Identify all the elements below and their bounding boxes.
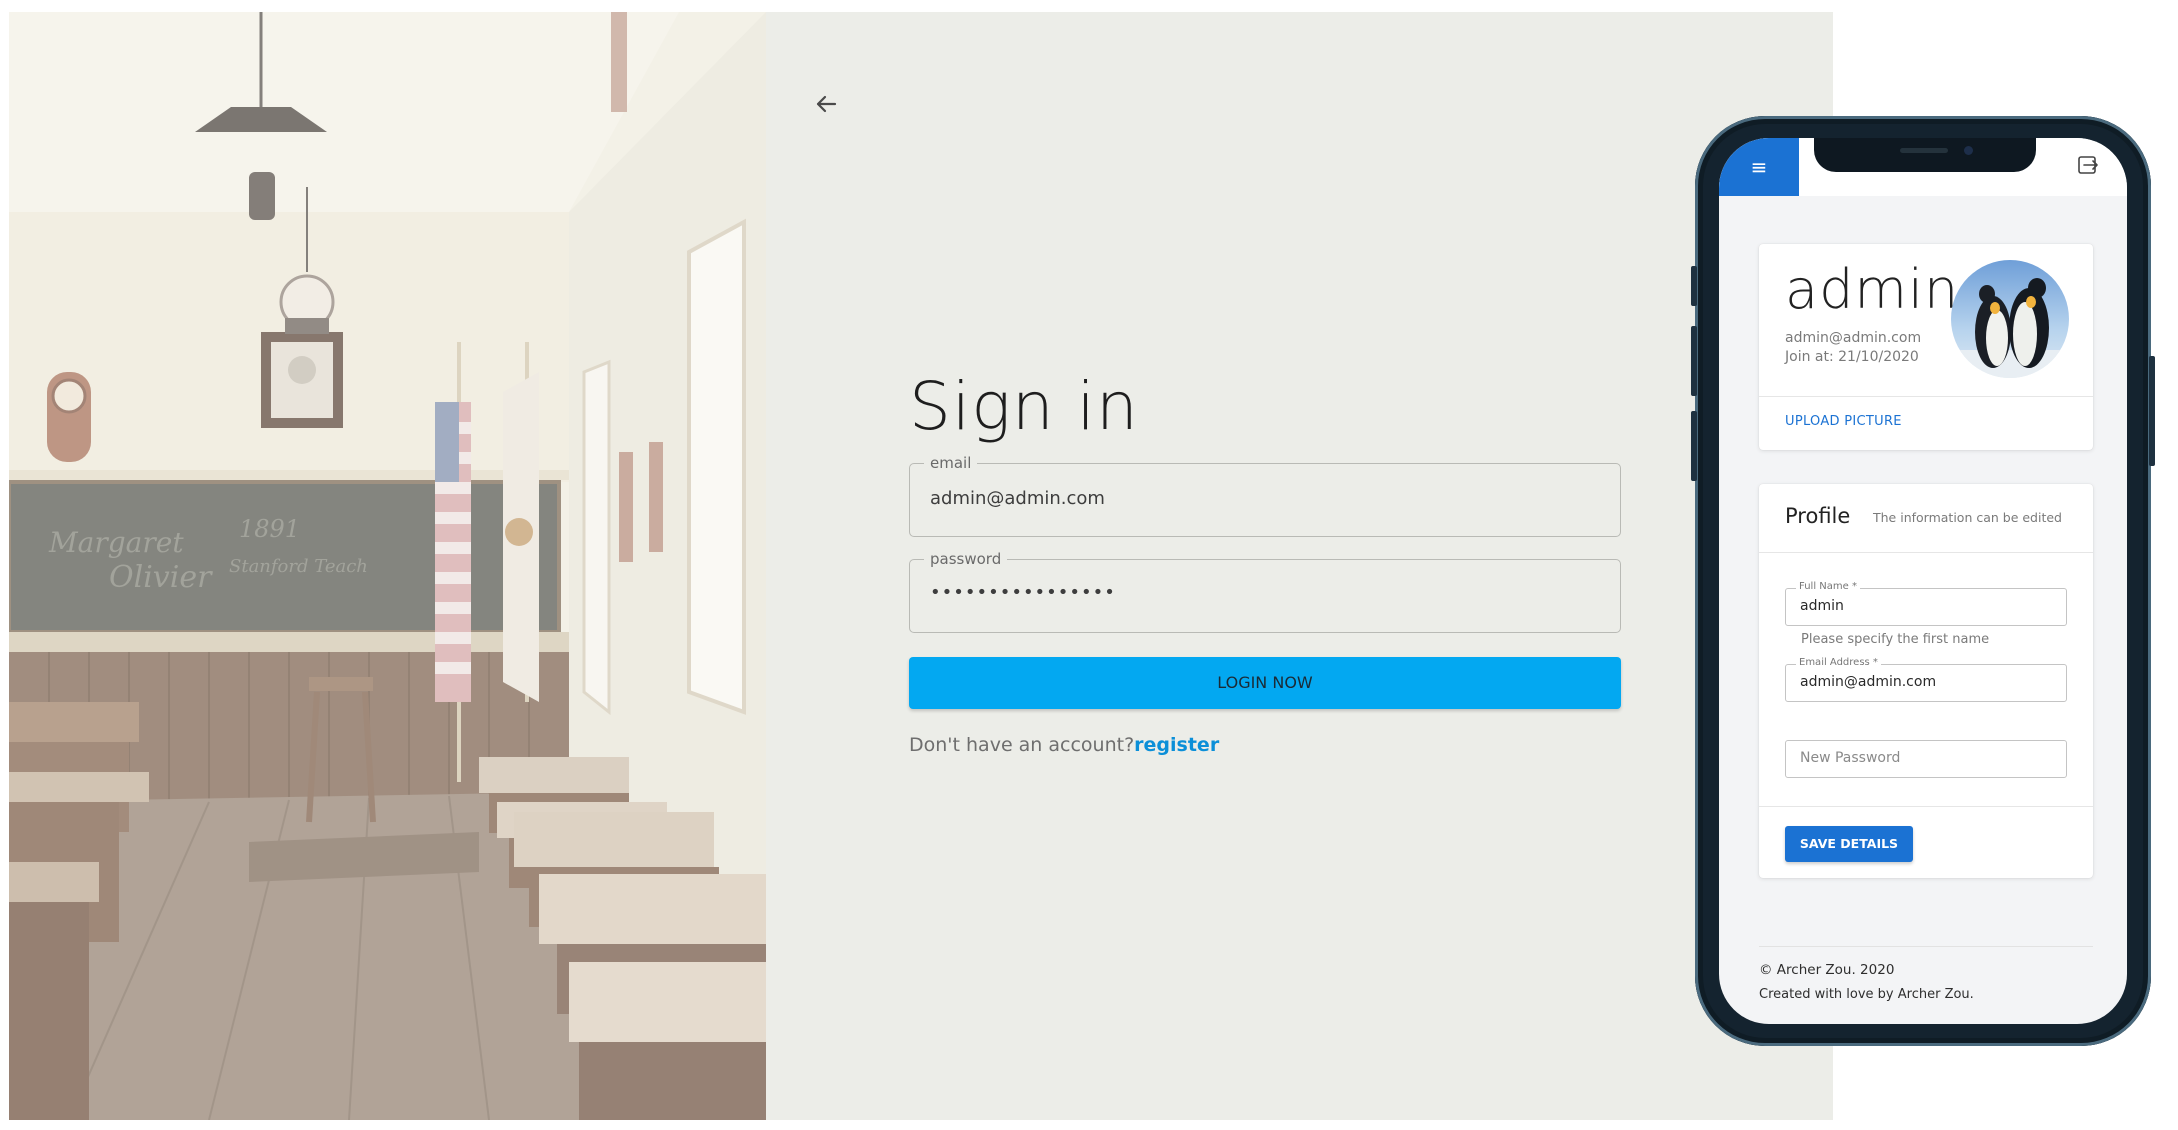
classroom-photo: Margaret Olivier 1891 Stanford Teach bbox=[9, 12, 766, 1120]
full-name-label: Full Name * bbox=[1796, 581, 1860, 592]
password-value: •••••••••••••••• bbox=[930, 582, 1116, 603]
profile-subtitle: The information can be edited bbox=[1873, 510, 2062, 525]
back-button[interactable] bbox=[807, 84, 847, 124]
save-details-button[interactable]: SAVE DETAILS bbox=[1785, 826, 1913, 862]
full-name-helper-text: Please specify the first name bbox=[1801, 632, 1990, 647]
speaker-grille bbox=[1900, 148, 1948, 153]
phone-side-button bbox=[2149, 356, 2155, 466]
account-name: admin bbox=[1785, 258, 1960, 321]
password-label: password bbox=[924, 550, 1008, 568]
signin-form: Sign in email admin@admin.com password •… bbox=[909, 362, 1621, 756]
full-name-value: admin bbox=[1800, 598, 1844, 614]
card-divider bbox=[1759, 396, 2093, 397]
avatar bbox=[1951, 260, 2069, 378]
page-title: Sign in bbox=[909, 368, 1139, 445]
menu-button[interactable]: ≡ bbox=[1719, 138, 1799, 196]
camera-icon bbox=[1964, 146, 1973, 155]
email-label: email bbox=[924, 454, 978, 472]
footer-copyright: © Archer Zou. 2020 bbox=[1759, 962, 1895, 978]
password-field[interactable]: password •••••••••••••••• bbox=[909, 550, 1621, 633]
profile-title: Profile bbox=[1785, 504, 1851, 528]
arrow-left-icon bbox=[816, 95, 837, 113]
new-password-placeholder: New Password bbox=[1800, 750, 1901, 766]
menu-icon: ≡ bbox=[1750, 155, 1768, 179]
card-divider bbox=[1759, 806, 2093, 807]
phone-side-button bbox=[1691, 266, 1697, 306]
logout-icon[interactable] bbox=[2077, 154, 2099, 176]
account-card: admin admin@admin.com Join at: 21/10/202… bbox=[1759, 244, 2093, 450]
account-email: admin@admin.com bbox=[1785, 330, 1922, 346]
new-password-field[interactable]: New Password bbox=[1785, 740, 2067, 778]
email-value: admin@admin.com bbox=[930, 488, 1105, 509]
footer-credit: Created with love by Archer Zou. bbox=[1759, 987, 1974, 1002]
email-address-value: admin@admin.com bbox=[1800, 674, 1937, 690]
account-joined-date: Join at: 21/10/2020 bbox=[1785, 349, 1919, 365]
email-address-field[interactable]: Email Address * admin@admin.com bbox=[1785, 657, 2067, 702]
register-link[interactable]: register bbox=[1134, 734, 1219, 756]
register-prompt-text: Don't have an account? bbox=[909, 734, 1135, 756]
email-address-label: Email Address * bbox=[1796, 657, 1881, 668]
footer-divider bbox=[1759, 946, 2093, 947]
phone-screen: ≡ admin admin@admin.com Join at: 21/10/2… bbox=[1719, 138, 2127, 1024]
phone-side-button bbox=[1691, 411, 1697, 481]
phone-mockup: ≡ admin admin@admin.com Join at: 21/10/2… bbox=[1691, 116, 2155, 1046]
register-prompt: Don't have an account?register bbox=[909, 734, 1621, 756]
phone-notch bbox=[1814, 138, 2036, 172]
email-field[interactable]: email admin@admin.com bbox=[909, 454, 1621, 537]
phone-side-button bbox=[1691, 326, 1697, 396]
upload-picture-button[interactable]: UPLOAD PICTURE bbox=[1785, 414, 1902, 429]
full-name-field[interactable]: Full Name * admin bbox=[1785, 581, 2067, 626]
card-divider bbox=[1759, 552, 2093, 553]
profile-card: Profile The information can be edited Fu… bbox=[1759, 484, 2093, 878]
login-button[interactable]: LOGIN NOW bbox=[909, 657, 1621, 709]
login-page: Margaret Olivier 1891 Stanford Teach Sig… bbox=[9, 12, 1833, 1120]
